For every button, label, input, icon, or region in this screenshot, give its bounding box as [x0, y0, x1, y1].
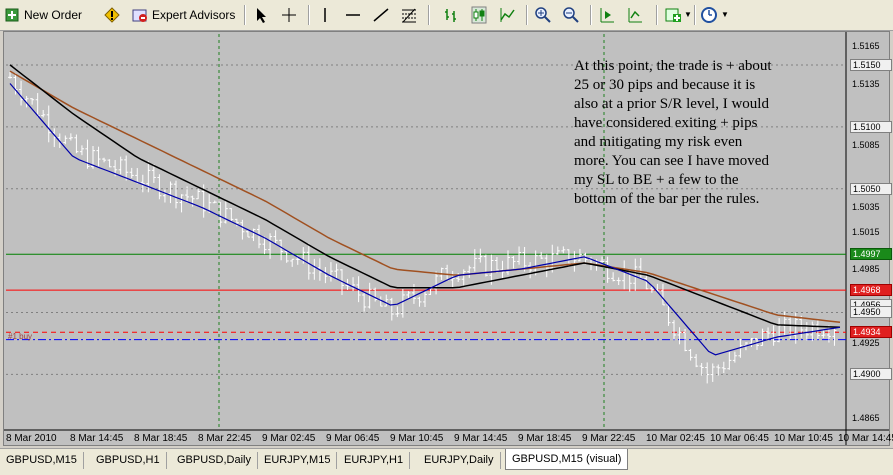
expert-advisors-button[interactable]: Expert Advisors [132, 4, 235, 26]
price-label: 1.4900 [850, 368, 892, 381]
crosshair-icon[interactable] [280, 6, 298, 24]
chart-tabs: GBPUSD,M15 GBPUSD,H1 GBPUSD,Daily EURJPY… [0, 448, 893, 475]
periods-clock-icon[interactable] [700, 6, 718, 24]
time-label: 8 Mar 2010 [6, 433, 57, 444]
line-chart-icon[interactable] [498, 6, 516, 24]
price-label: 1.4950 [850, 306, 892, 319]
time-label: 10 Mar 10:45 [774, 433, 833, 444]
indicators-icon[interactable] [664, 6, 682, 24]
toolbar-separator [428, 5, 430, 25]
time-label: 9 Mar 14:45 [454, 433, 508, 444]
price-chart[interactable]: At this point, the trade is + about 25 o… [3, 31, 893, 446]
time-label: 9 Mar 02:45 [262, 433, 316, 444]
time-label: 9 Mar 22:45 [582, 433, 636, 444]
price-label: 1.4865 [852, 412, 880, 423]
time-label: 9 Mar 18:45 [518, 433, 572, 444]
toolbar-separator [590, 5, 592, 25]
tab-gbpusd-daily[interactable]: GBPUSD,Daily [171, 452, 258, 469]
tab-gbpusd-m15[interactable]: GBPUSD,M15 [0, 452, 84, 469]
price-label: 1.5100 [850, 120, 892, 133]
order-tag: #1 buy [8, 332, 33, 341]
cursor-icon[interactable] [252, 6, 270, 24]
expert-advisors-icon [132, 9, 147, 22]
new-order-icon [5, 8, 19, 22]
toolbar-separator [308, 5, 310, 25]
trendline-icon[interactable] [372, 6, 390, 24]
price-label: 1.5165 [852, 41, 880, 52]
price-label: 1.5035 [852, 202, 880, 213]
toolbar-separator [526, 5, 528, 25]
new-order-label: New Order [24, 8, 83, 22]
toolbar-separator [694, 5, 696, 25]
price-label: 1.4985 [852, 264, 880, 275]
new-order-button[interactable]: New Order [4, 4, 82, 26]
tab-gbpusd-h1[interactable]: GBPUSD,H1 [90, 452, 167, 469]
metaeditor-button[interactable] [104, 4, 124, 26]
toolbar-separator [656, 5, 658, 25]
time-label: 8 Mar 18:45 [134, 433, 188, 444]
warning-icon [104, 7, 120, 23]
time-label: 9 Mar 10:45 [390, 433, 444, 444]
price-label: 1.4925 [852, 338, 880, 349]
bar-chart-icon[interactable] [442, 6, 460, 24]
zoom-in-icon[interactable] [534, 6, 552, 24]
tab-eurjpy-daily[interactable]: EURJPY,Daily [418, 452, 501, 469]
time-label: 10 Mar 02:45 [646, 433, 705, 444]
indicators-dropdown-icon[interactable]: ▼ [684, 10, 692, 19]
tab-eurjpy-m15[interactable]: EURJPY,M15 [258, 452, 338, 469]
trade-annotation: At this point, the trade is + about 25 o… [574, 58, 772, 207]
horizontal-line-icon[interactable] [344, 6, 362, 24]
tab-gbpusd-m15-visual[interactable]: GBPUSD,M15 (visual) [505, 449, 629, 470]
price-label: 1.5085 [852, 140, 880, 151]
candlestick-icon[interactable] [470, 6, 488, 24]
chart-shift-icon[interactable] [598, 6, 616, 24]
price-label: 1.5150 [850, 58, 892, 71]
price-label: 1.5015 [852, 227, 880, 237]
vertical-line-icon[interactable] [316, 6, 334, 24]
time-label: 10 Mar 06:45 [710, 433, 769, 444]
expert-advisors-label: Expert Advisors [152, 8, 236, 22]
time-label: 10 Mar 14:45 [838, 433, 893, 444]
periods-dropdown-icon[interactable]: ▼ [721, 10, 729, 19]
time-label: 8 Mar 22:45 [198, 433, 252, 444]
price-label: 1.4997 [850, 248, 892, 261]
tab-eurjpy-h1[interactable]: EURJPY,H1 [338, 452, 411, 469]
zoom-out-icon[interactable] [562, 6, 580, 24]
time-label: 9 Mar 06:45 [326, 433, 380, 444]
price-label: 1.4968 [850, 284, 892, 297]
price-label: 1.5135 [852, 78, 880, 89]
price-label: 1.5050 [850, 182, 892, 195]
autoscroll-icon[interactable] [626, 6, 644, 24]
toolbar: New Order Expert Advisors ▼ ▼ [0, 0, 893, 31]
fibonacci-icon[interactable] [400, 6, 418, 24]
time-label: 8 Mar 14:45 [70, 433, 124, 444]
toolbar-separator [244, 5, 246, 25]
